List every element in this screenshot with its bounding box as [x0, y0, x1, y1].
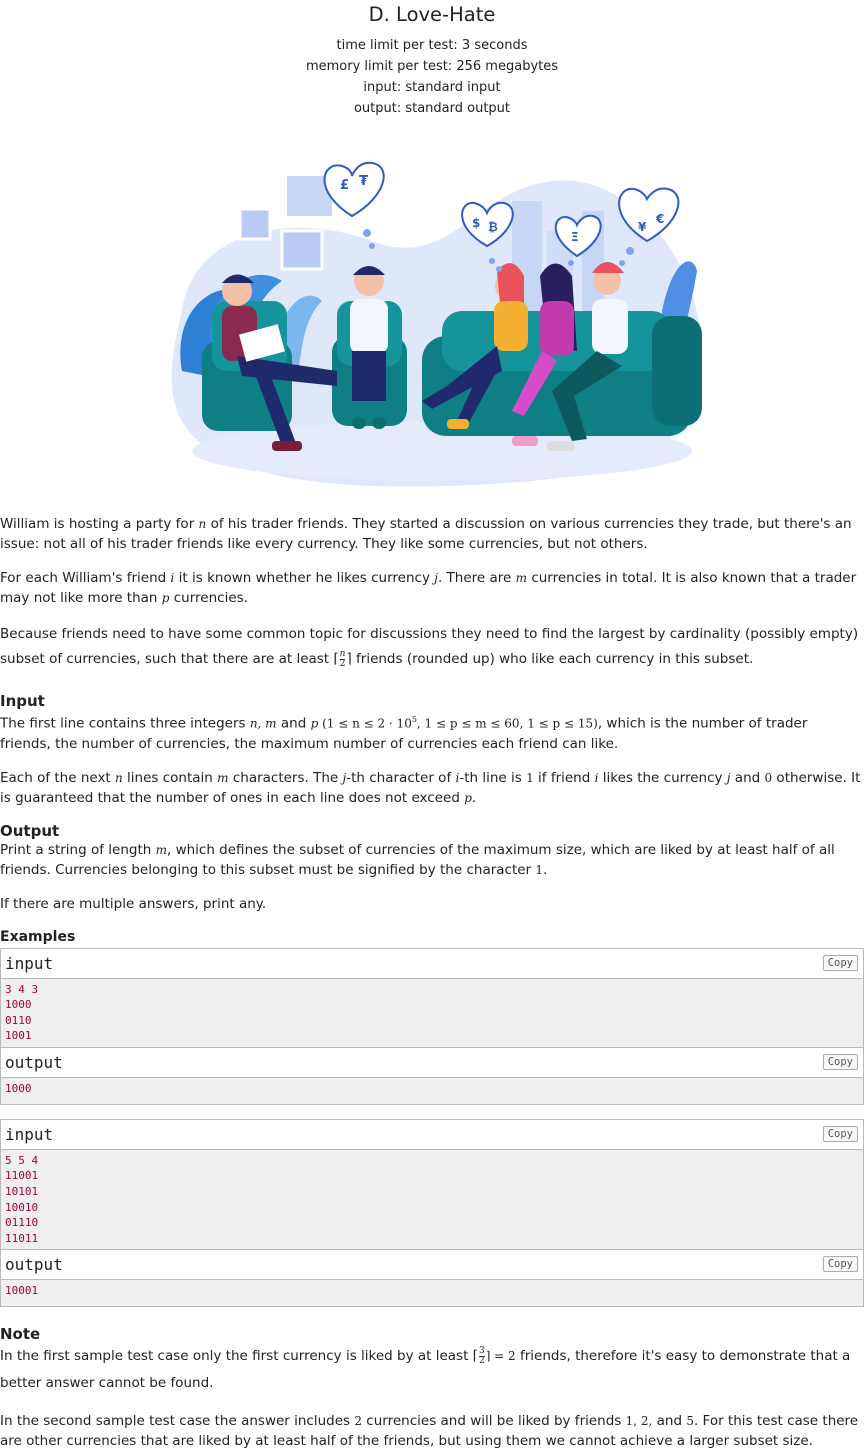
input-label: input — [5, 1124, 54, 1144]
output-line: 1000 — [5, 1081, 32, 1095]
svg-text:€: € — [655, 212, 664, 226]
svg-text:$: $ — [472, 216, 480, 230]
fraction-n-over-2: n2 — [339, 648, 346, 669]
problem-title: D. Love-Hate — [368, 3, 496, 26]
input-label: input — [5, 953, 54, 973]
output-heading: Output — [0, 821, 60, 840]
input-line: 5 5 4 — [5, 1153, 39, 1167]
output-label: output — [5, 1255, 63, 1275]
copy-button[interactable]: Copy — [822, 1053, 858, 1070]
illustration-traders-party: £ ₮ $ ₿ Ξ ¥ € — [171, 161, 702, 487]
input-paragraph-2: Each of the next n lines contain m chara… — [0, 769, 861, 806]
heart-bubble-1: £ ₮ — [323, 161, 385, 218]
svg-text:₮: ₮ — [359, 174, 368, 189]
input-line: 10101 — [5, 1185, 39, 1199]
copy-button[interactable]: Copy — [822, 1125, 858, 1142]
example-1-output-header: output Copy — [1, 1047, 863, 1078]
input-spec: input: standard input — [363, 80, 501, 95]
statement-paragraph-2: For each William's friend i it is known … — [0, 570, 857, 606]
svg-text:Ξ: Ξ — [571, 230, 579, 244]
copy-button[interactable]: Copy — [822, 954, 858, 971]
example-2-input: 5 5 4 11001 10101 10010 01110 11011 — [1, 1149, 863, 1251]
example-2: input Copy 5 5 4 11001 10101 10010 01110… — [0, 1118, 864, 1308]
input-line: 11001 — [5, 1169, 39, 1183]
output-label: output — [5, 1052, 63, 1072]
input-line: 0110 — [5, 1013, 32, 1027]
example-1-input: 3 4 3 1000 0110 1001 — [1, 978, 863, 1048]
statement-paragraph-3: Because friends need to have some common… — [0, 626, 859, 669]
input-line: 1000 — [5, 998, 32, 1012]
svg-text:£: £ — [340, 178, 349, 193]
input-heading: Input — [0, 692, 45, 710]
statement-paragraph-1: William is hosting a party for n of his … — [0, 516, 852, 552]
example-1-output: 1000 — [1, 1077, 863, 1104]
note-heading: Note — [0, 1325, 41, 1344]
example-2-output: 10001 — [1, 1280, 863, 1307]
svg-text:¥: ¥ — [638, 220, 647, 234]
note-paragraph-2: In the second sample test case the answe… — [0, 1413, 859, 1450]
input-paragraph-1: The first line contains three integers n… — [0, 715, 808, 752]
input-line: 01110 — [5, 1216, 39, 1230]
memory-limit: memory limit per test: 256 megabytes — [305, 59, 559, 74]
output-paragraph-2: If there are multiple answers, print any… — [0, 895, 267, 912]
input-line: 11011 — [5, 1231, 39, 1245]
svg-text:₿: ₿ — [488, 220, 498, 234]
example-2-output-header: output Copy — [1, 1250, 863, 1281]
examples-heading: Examples — [0, 928, 76, 945]
output-line: 10001 — [5, 1284, 39, 1298]
time-limit: time limit per test: 3 seconds — [336, 38, 528, 53]
example-1-input-header: input Copy — [1, 948, 863, 979]
output-paragraph-1: Print a string of length m, which define… — [0, 841, 835, 878]
example-2-input-header: input Copy — [1, 1119, 863, 1150]
problem-header: D. Love-Hate time limit per test: 3 seco… — [0, 0, 864, 119]
copy-button[interactable]: Copy — [822, 1256, 858, 1273]
fraction-3-over-2: 32 — [478, 1345, 485, 1366]
problem-statement: William is hosting a party for n of his … — [0, 514, 864, 1451]
output-spec: output: standard output — [353, 101, 511, 116]
note-paragraph-1: In the first sample test case only the f… — [0, 1345, 851, 1392]
input-line: 3 4 3 — [5, 982, 39, 996]
input-line: 1001 — [5, 1029, 32, 1043]
input-line: 10010 — [5, 1200, 39, 1214]
example-1: input Copy 3 4 3 1000 0110 1001 output C… — [0, 947, 864, 1105]
